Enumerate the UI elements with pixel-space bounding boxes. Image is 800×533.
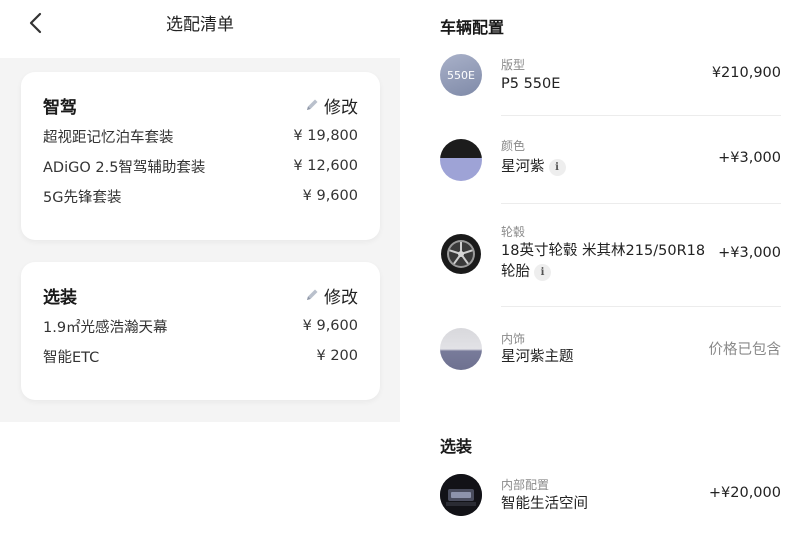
item-category: 轮毂	[501, 225, 526, 239]
item-label: 5G先锋套装	[43, 189, 122, 206]
cabin-image-icon	[440, 474, 482, 516]
top-bar: 选配清单	[0, 0, 400, 58]
item-name-text: 星河紫	[501, 159, 545, 175]
item-name: 星河紫 i	[501, 157, 566, 178]
color-swatch	[440, 139, 482, 181]
item-name-line1: 18英寸轮毂 米其林215/50R18	[501, 243, 706, 259]
item-price: ¥ 9,600	[302, 318, 358, 334]
item-price: +¥20,000	[708, 485, 781, 501]
item-price: 价格已包含	[708, 342, 782, 358]
info-icon[interactable]: i	[548, 158, 566, 176]
item-name-text: 轮胎	[501, 264, 530, 280]
config-item-color[interactable]: 颜色 星河紫 i +¥3,000	[440, 137, 781, 181]
option-item-cabin[interactable]: 内部配置 智能生活空间 +¥20,000	[440, 474, 781, 516]
info-icon[interactable]: i	[534, 263, 551, 281]
item-label: 智能ETC	[43, 349, 100, 366]
item-price: +¥3,000	[718, 150, 781, 166]
smart-drive-card: 智驾 修改 超视距记忆泊车套装 ¥ 19,800 ADiGO 2.5智驾辅助套装…	[21, 72, 380, 240]
item-price: ¥210,900	[711, 65, 781, 81]
card-title: 智驾	[43, 97, 77, 118]
divider	[501, 203, 781, 204]
edit-smart-drive-button[interactable]: 修改	[304, 93, 358, 118]
item-label: 超视距记忆泊车套装	[43, 129, 174, 146]
wheel-thumbnail	[440, 233, 482, 275]
vehicle-config-pane: 车辆配置 550E 版型 P5 550E ¥210,900 颜色 星河紫 i +¥…	[400, 0, 800, 533]
list-item: 超视距记忆泊车套装 ¥ 19,800	[43, 124, 358, 148]
section-title-options: 选装	[440, 437, 473, 456]
interior-thumbnail	[440, 328, 482, 370]
config-item-interior[interactable]: 内饰 星河紫主题 价格已包含	[440, 328, 781, 372]
options-card: 选装 修改 1.9㎡光感浩瀚天幕 ¥ 9,600 智能ETC ¥ 200	[21, 262, 380, 400]
config-item-wheels[interactable]: 轮毂 18英寸轮毂 米其林215/50R18 轮胎 i +¥3,000	[440, 223, 781, 285]
selection-list-pane: 选配清单 智驾 修改 超视距记忆泊车套装 ¥ 19,800 ADiGO 2.5智…	[0, 0, 400, 533]
item-category: 版型	[501, 58, 526, 72]
config-item-version[interactable]: 550E 版型 P5 550E ¥210,900	[440, 54, 781, 96]
thumbnail-label: 550E	[447, 68, 475, 82]
item-price: +¥3,000	[718, 245, 781, 261]
item-price: ¥ 19,800	[293, 128, 358, 144]
list-item: 5G先锋套装 ¥ 9,600	[43, 184, 358, 208]
item-name-line2: 轮胎 i	[501, 262, 551, 283]
divider	[501, 306, 781, 307]
list-item: 1.9㎡光感浩瀚天幕 ¥ 9,600	[43, 314, 358, 338]
item-price: ¥ 200	[316, 348, 358, 364]
pencil-icon	[307, 289, 318, 300]
list-item: ADiGO 2.5智驾辅助套装 ¥ 12,600	[43, 154, 358, 178]
edit-options-button[interactable]: 修改	[304, 283, 358, 308]
item-label: 1.9㎡光感浩瀚天幕	[43, 319, 168, 336]
item-category: 颜色	[501, 139, 526, 153]
divider	[501, 115, 781, 116]
edit-label: 修改	[324, 287, 358, 308]
version-thumbnail: 550E	[440, 54, 482, 96]
list-item: 智能ETC ¥ 200	[43, 344, 358, 368]
item-price: ¥ 9,600	[302, 188, 358, 204]
item-label: ADiGO 2.5智驾辅助套装	[43, 159, 206, 176]
page-title: 选配清单	[166, 15, 234, 35]
cabin-thumbnail	[440, 474, 482, 516]
pencil-icon	[307, 99, 318, 110]
card-title: 选装	[43, 287, 77, 308]
section-title-config: 车辆配置	[440, 18, 505, 37]
item-name: 智能生活空间	[501, 496, 588, 512]
item-name: 星河紫主题	[501, 349, 574, 365]
item-category: 内部配置	[501, 478, 550, 492]
item-category: 内饰	[501, 332, 526, 346]
edit-label: 修改	[324, 97, 358, 118]
wheel-icon	[441, 234, 481, 274]
item-name: P5 550E	[501, 76, 561, 92]
item-price: ¥ 12,600	[293, 158, 358, 174]
